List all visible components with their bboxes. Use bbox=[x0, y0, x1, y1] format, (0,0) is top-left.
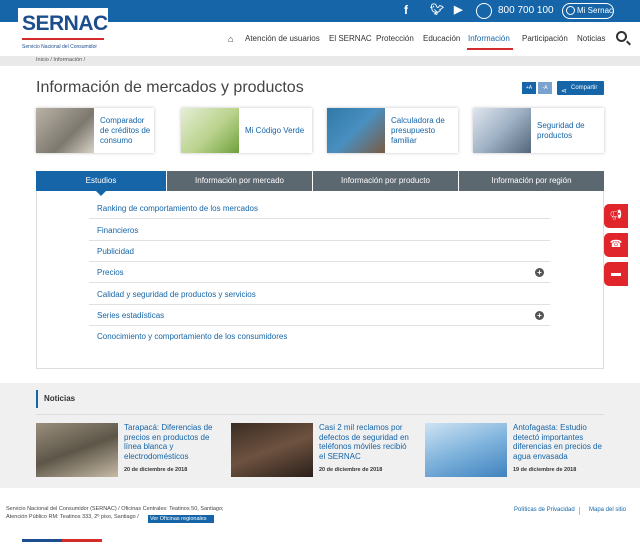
logo-subtitle: Servicio Nacional del Consumidor bbox=[22, 44, 98, 50]
share-button[interactable]: ⋖ Compartir bbox=[557, 81, 604, 95]
news-image-water[interactable] bbox=[425, 423, 507, 477]
twitter-icon[interactable]: 🐦︎ bbox=[430, 3, 444, 16]
font-increase-button[interactable]: +A bbox=[522, 82, 536, 94]
nav-atencion[interactable]: Atención de usuarios bbox=[245, 34, 320, 43]
expand-plus-icon[interactable]: + bbox=[535, 311, 544, 320]
news-title[interactable]: Casi 2 mil reclamos por defectos de segu… bbox=[319, 423, 409, 461]
list-item-label: Series estadísticas bbox=[97, 311, 165, 320]
tab-producto[interactable]: Información por producto bbox=[313, 171, 458, 191]
news-heading: Noticias bbox=[36, 390, 604, 408]
list-item-ranking[interactable]: Ranking de comportamiento de los mercado… bbox=[89, 198, 550, 219]
list-item-calidad[interactable]: Calidad y seguridad de productos y servi… bbox=[89, 284, 550, 305]
breadcrumb-bar bbox=[0, 56, 640, 66]
list-item-label: Ranking de comportamiento de los mercado… bbox=[97, 204, 258, 213]
footer-separator bbox=[579, 507, 580, 515]
sitemap-link[interactable]: Mapa del sitio bbox=[589, 507, 626, 513]
card-image-binoculars bbox=[473, 108, 531, 153]
share-label: Compartir bbox=[571, 85, 598, 91]
nav-noticias[interactable]: Noticias bbox=[577, 34, 605, 43]
share-icon: ⋖ bbox=[561, 88, 567, 95]
nav-el-sernac[interactable]: El SERNAC bbox=[329, 34, 372, 43]
list-item-label: Financieros bbox=[97, 226, 139, 235]
list-item-publicidad[interactable]: Publicidad bbox=[89, 241, 550, 262]
card-label: Seguridad de productos bbox=[537, 120, 585, 140]
tab-pointer bbox=[96, 191, 106, 196]
nav-participacion[interactable]: Participación bbox=[522, 34, 568, 43]
headset-icon bbox=[476, 3, 492, 19]
list-item-label: Publicidad bbox=[97, 247, 134, 256]
page-title: Información de mercados y productos bbox=[36, 79, 304, 96]
facebook-icon[interactable]: f bbox=[404, 3, 408, 17]
footer-line-1: Servicio Nacional del Consumidor (SERNAC… bbox=[6, 506, 224, 512]
list-item-series[interactable]: Series estadísticas + bbox=[89, 305, 550, 326]
expand-plus-icon[interactable]: + bbox=[535, 268, 544, 277]
news-title[interactable]: Tarapacá: Diferencias de precios en prod… bbox=[124, 423, 214, 461]
search-icon[interactable] bbox=[616, 31, 627, 42]
card-label: Calculadora de presupuesto familiar bbox=[391, 115, 445, 145]
card-image-coins bbox=[36, 108, 94, 153]
card-codigo-verde[interactable]: Mi Código Verde bbox=[181, 108, 312, 153]
logo-name: SERNAC bbox=[22, 12, 108, 35]
privacy-link[interactable]: Políticas de Privacidad bbox=[514, 507, 575, 513]
nav-active-indicator bbox=[467, 48, 513, 50]
list-item-financieros[interactable]: Financieros bbox=[89, 220, 550, 241]
stripe-blue bbox=[22, 539, 62, 542]
phone-number[interactable]: 800 700 100 bbox=[498, 5, 554, 16]
youtube-icon[interactable]: ▶ bbox=[454, 3, 462, 16]
news-title[interactable]: Antofagasta: Estudio detectó importantes… bbox=[513, 423, 603, 461]
list-item-precios[interactable]: Precios + bbox=[89, 262, 550, 283]
card-image-family bbox=[327, 108, 385, 153]
home-icon[interactable]: ⌂ bbox=[228, 34, 233, 44]
nav-educacion[interactable]: Educación bbox=[423, 34, 460, 43]
font-decrease-button[interactable]: -A bbox=[538, 82, 552, 94]
news-date: 20 de diciembre de 2018 bbox=[319, 467, 383, 473]
mi-sernac-button[interactable]: Mi Sernac bbox=[562, 3, 614, 19]
card-comparador[interactable]: Comparador de créditos de consumo bbox=[36, 108, 154, 153]
stripe-red bbox=[62, 539, 102, 542]
card-label: Mi Código Verde bbox=[245, 125, 305, 135]
sernac-logo[interactable]: SERNAC Servicio Nacional del Consumidor bbox=[18, 8, 108, 54]
logo-stripe bbox=[22, 38, 104, 40]
card-image-green-code bbox=[181, 108, 239, 153]
nav-proteccion[interactable]: Protección bbox=[376, 34, 414, 43]
tab-region[interactable]: Información por región bbox=[459, 171, 604, 191]
footer-logo-stripe bbox=[22, 536, 102, 544]
megaphone-icon[interactable]: 📢︎ bbox=[604, 204, 628, 228]
headset-support-icon[interactable]: ☎ bbox=[604, 233, 628, 257]
news-date: 20 de diciembre de 2018 bbox=[124, 467, 188, 473]
news-divider bbox=[36, 414, 604, 415]
card-calculadora[interactable]: Calculadora de presupuesto familiar bbox=[327, 108, 458, 153]
tab-mercado[interactable]: Información por mercado bbox=[167, 171, 312, 191]
card-seguridad[interactable]: Seguridad de productos bbox=[473, 108, 604, 153]
regional-offices-button[interactable]: Ver Oficinas regionales bbox=[148, 515, 214, 523]
breadcrumb[interactable]: Inicio / Información / bbox=[36, 57, 85, 63]
mi-sernac-label: Mi Sernac bbox=[577, 6, 614, 15]
list-item-conocimiento[interactable]: Conocimiento y comportamiento de los con… bbox=[89, 326, 550, 347]
user-icon bbox=[566, 6, 575, 15]
list-item-label: Conocimiento y comportamiento de los con… bbox=[97, 332, 288, 341]
nav-informacion[interactable]: Información bbox=[468, 34, 510, 43]
card-label: Comparador de créditos de consumo bbox=[100, 115, 151, 145]
news-date: 19 de diciembre de 2018 bbox=[513, 467, 577, 473]
tab-estudios[interactable]: Estudios bbox=[36, 171, 166, 191]
list-item-label: Calidad y seguridad de productos y servi… bbox=[97, 290, 256, 299]
news-image-phone[interactable] bbox=[231, 423, 313, 477]
news-image-store[interactable] bbox=[36, 423, 118, 477]
chat-icon[interactable]: ▬ bbox=[604, 262, 628, 286]
list-item-label: Precios bbox=[97, 268, 124, 277]
